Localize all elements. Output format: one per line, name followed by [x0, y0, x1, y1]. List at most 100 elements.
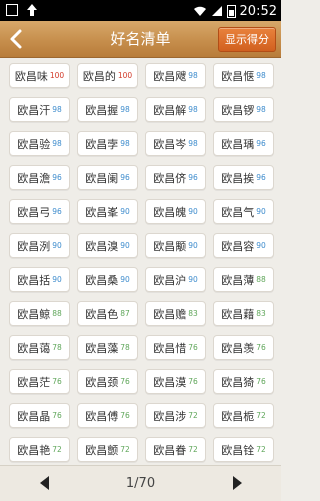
name-score: 72: [256, 445, 266, 454]
name-item[interactable]: 欧昌薄 88: [213, 267, 274, 292]
name-score: 76: [188, 377, 198, 386]
name-item[interactable]: 欧昌颙 90: [145, 233, 206, 258]
name-score: 90: [256, 241, 266, 250]
name-item[interactable]: 欧昌锣 98: [213, 97, 274, 122]
name-text: 欧昌羡: [221, 341, 255, 355]
name-item[interactable]: 欧昌眷 72: [145, 437, 206, 462]
name-text: 欧昌验: [17, 137, 51, 151]
name-text: 欧昌岑: [153, 137, 187, 151]
name-score: 90: [188, 241, 198, 250]
name-score: 76: [256, 343, 266, 352]
name-score: 72: [120, 445, 130, 454]
name-score: 72: [188, 445, 198, 454]
name-item[interactable]: 欧昌颤 72: [77, 437, 138, 462]
name-item[interactable]: 欧昌峯 90: [77, 199, 138, 224]
name-score: 96: [52, 173, 62, 182]
name-item[interactable]: 欧昌藉 83: [213, 301, 274, 326]
name-text: 欧昌解: [153, 103, 187, 117]
name-item[interactable]: 欧昌藻 78: [77, 335, 138, 360]
name-score: 90: [188, 275, 198, 284]
name-item[interactable]: 欧昌栀 72: [213, 403, 274, 428]
name-item[interactable]: 欧昌涉 72: [145, 403, 206, 428]
title-bar: 好名清单 显示得分: [0, 21, 281, 58]
name-item[interactable]: 欧昌沪 90: [145, 267, 206, 292]
name-item[interactable]: 欧昌味 100: [9, 63, 70, 88]
name-item[interactable]: 欧昌解 98: [145, 97, 206, 122]
next-page-button[interactable]: [229, 475, 245, 491]
name-item[interactable]: 欧昌的 100: [77, 63, 138, 88]
name-score: 96: [256, 139, 266, 148]
name-item[interactable]: 欧昌桑 90: [77, 267, 138, 292]
name-text: 欧昌涉: [153, 409, 187, 423]
name-item[interactable]: 欧昌侪 96: [145, 165, 206, 190]
name-item[interactable]: 欧昌艳 72: [9, 437, 70, 462]
name-item[interactable]: 欧昌羡 76: [213, 335, 274, 360]
name-item[interactable]: 欧昌澹 96: [9, 165, 70, 190]
name-item[interactable]: 欧昌蔼 78: [9, 335, 70, 360]
pagination-bar: 1/70: [0, 465, 281, 501]
name-item[interactable]: 欧昌挨 96: [213, 165, 274, 190]
name-item[interactable]: 欧昌颈 76: [77, 369, 138, 394]
name-text: 欧昌弓: [17, 205, 51, 219]
name-item[interactable]: 欧昌溴 90: [77, 233, 138, 258]
name-item[interactable]: 欧昌洌 90: [9, 233, 70, 258]
name-score: 88: [256, 275, 266, 284]
name-text: 欧昌猗: [221, 375, 255, 389]
name-score: 98: [120, 139, 130, 148]
name-item[interactable]: 欧昌孛 98: [77, 131, 138, 156]
name-score: 90: [52, 275, 62, 284]
name-text: 欧昌茫: [17, 375, 51, 389]
name-text: 欧昌傅: [85, 409, 119, 423]
name-item[interactable]: 欧昌色 87: [77, 301, 138, 326]
show-score-button[interactable]: 显示得分: [218, 27, 276, 52]
name-item[interactable]: 欧昌握 98: [77, 97, 138, 122]
name-text: 欧昌沪: [153, 273, 187, 287]
name-score: 96: [52, 207, 62, 216]
name-item[interactable]: 欧昌晶 76: [9, 403, 70, 428]
name-text: 欧昌桑: [85, 273, 119, 287]
name-item[interactable]: 欧昌验 98: [9, 131, 70, 156]
name-item[interactable]: 欧昌魄 90: [145, 199, 206, 224]
name-item[interactable]: 欧昌赡 83: [145, 301, 206, 326]
name-text: 欧昌锣: [221, 103, 255, 117]
name-text: 欧昌颈: [85, 375, 119, 389]
name-item[interactable]: 欧昌惜 76: [145, 335, 206, 360]
name-item[interactable]: 欧昌瑀 96: [213, 131, 274, 156]
name-text: 欧昌藉: [221, 307, 255, 321]
name-item[interactable]: 欧昌铨 72: [213, 437, 274, 462]
name-score: 76: [52, 377, 62, 386]
name-item[interactable]: 欧昌漠 76: [145, 369, 206, 394]
name-score: 78: [120, 343, 130, 352]
name-item[interactable]: 欧昌飕 98: [145, 63, 206, 88]
name-item[interactable]: 欧昌猗 76: [213, 369, 274, 394]
name-score: 90: [120, 207, 130, 216]
name-score: 90: [256, 207, 266, 216]
name-item[interactable]: 欧昌括 90: [9, 267, 70, 292]
name-text: 欧昌溴: [85, 239, 119, 253]
name-text: 欧昌挨: [221, 171, 255, 185]
name-item[interactable]: 欧昌阑 96: [77, 165, 138, 190]
name-item[interactable]: 欧昌岑 98: [145, 131, 206, 156]
name-text: 欧昌括: [17, 273, 51, 287]
name-text: 欧昌晶: [17, 409, 51, 423]
name-item[interactable]: 欧昌容 90: [213, 233, 274, 258]
name-score: 90: [52, 241, 62, 250]
name-item[interactable]: 欧昌惬 98: [213, 63, 274, 88]
name-item[interactable]: 欧昌鲸 88: [9, 301, 70, 326]
name-item[interactable]: 欧昌汗 98: [9, 97, 70, 122]
name-text: 欧昌惬: [221, 69, 255, 83]
name-score: 98: [188, 71, 198, 80]
name-item[interactable]: 欧昌气 90: [213, 199, 274, 224]
name-text: 欧昌薄: [221, 273, 255, 287]
name-item[interactable]: 欧昌傅 76: [77, 403, 138, 428]
name-item[interactable]: 欧昌茫 76: [9, 369, 70, 394]
name-text: 欧昌漠: [153, 375, 187, 389]
name-score: 76: [52, 411, 62, 420]
name-text: 欧昌藻: [85, 341, 119, 355]
signal-icon: [211, 2, 223, 21]
name-item[interactable]: 欧昌弓 96: [9, 199, 70, 224]
clock: 20:52: [239, 4, 277, 19]
name-score: 90: [188, 207, 198, 216]
name-score: 76: [188, 343, 198, 352]
name-score: 83: [188, 309, 198, 318]
